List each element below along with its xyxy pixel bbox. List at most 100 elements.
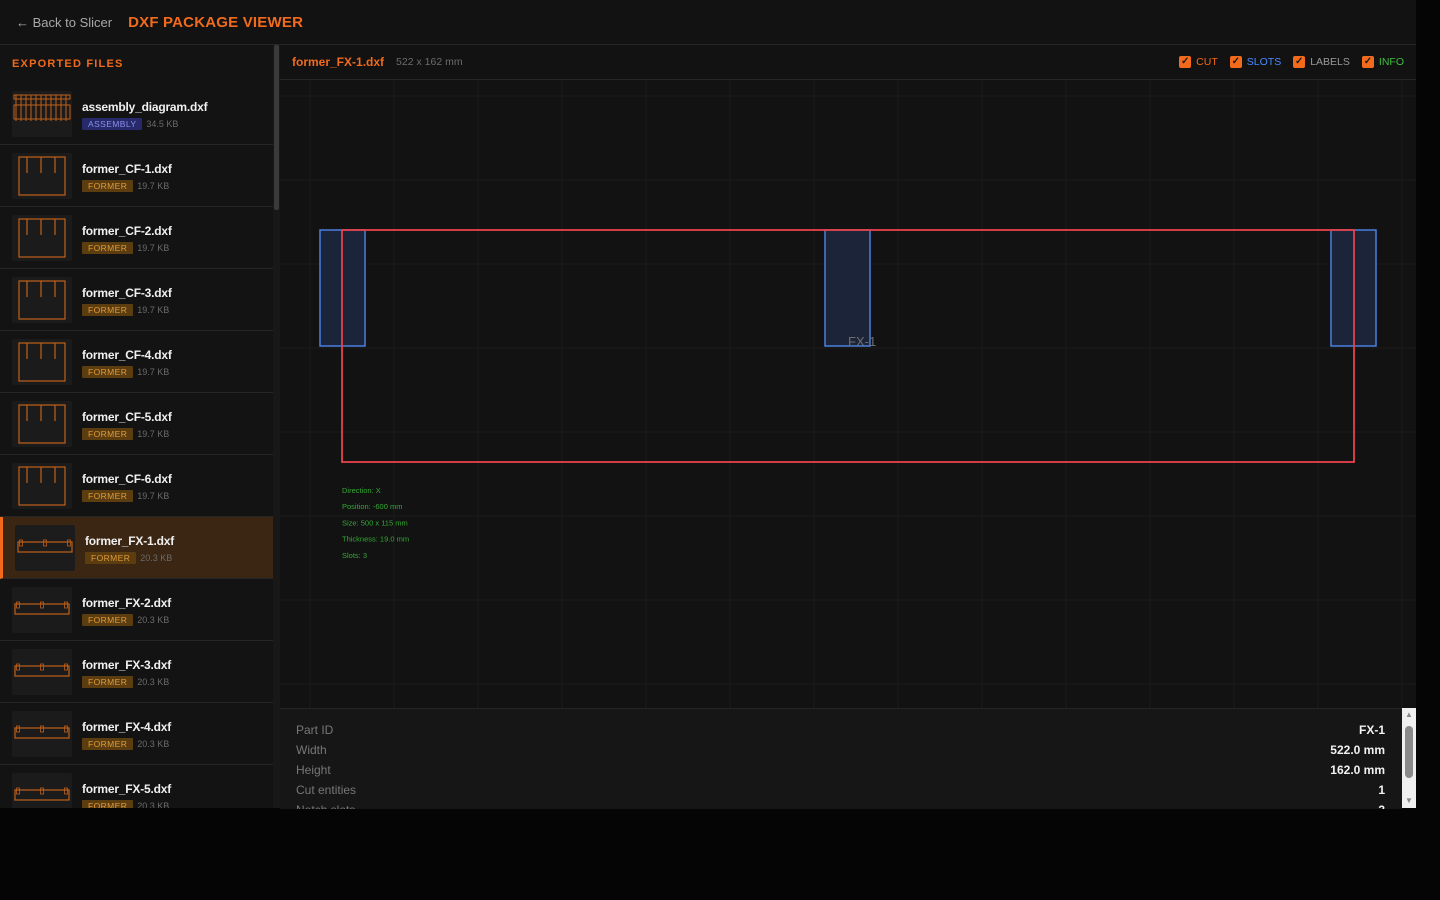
checkbox-checked-icon[interactable]: ✓: [1179, 56, 1192, 68]
info-row: Cut entities 1: [296, 783, 1385, 803]
file-list-item[interactable]: former_CF-5.dxf FORMER 19.7 KB: [0, 393, 273, 455]
file-type-badge: FORMER: [82, 800, 134, 808]
viewer-main: former_FX-1.dxf 522 x 162 mm ✓ CUT ✓ SLOTS ✓…: [280, 45, 1416, 809]
file-size: 20.3 KB: [137, 801, 170, 808]
file-meta: FORMER 19.7 KB: [82, 242, 169, 254]
viewer-header: former_FX-1.dxf 522 x 162 mm ✓ CUT ✓ SLOTS ✓…: [280, 45, 1416, 80]
file-list-item[interactable]: former_FX-1.dxf FORMER 20.3 KB: [0, 517, 273, 579]
viewer-dimensions: 522 x 162 mm: [396, 56, 463, 68]
file-meta: FORMER 19.7 KB: [82, 428, 169, 440]
file-thumbnail: [12, 401, 72, 447]
file-thumbnail: [12, 91, 72, 137]
info-row: Part ID FX-1: [296, 723, 1385, 743]
file-meta: FORMER 19.7 KB: [82, 490, 169, 502]
file-size: 19.7 KB: [137, 429, 170, 439]
file-thumbnail: [12, 649, 72, 695]
file-list: assembly_diagram.dxf ASSEMBLY 34.5 KB forme…: [0, 83, 273, 808]
file-meta: FORMER 19.7 KB: [82, 366, 169, 378]
info-annotation-line: Slots: 3: [342, 551, 367, 560]
file-list-item[interactable]: former_CF-1.dxf FORMER 19.7 KB: [0, 145, 273, 207]
file-thumbnail: [12, 215, 72, 261]
sidebar-scrollbar-thumb[interactable]: [274, 45, 279, 210]
file-list-item[interactable]: former_FX-3.dxf FORMER 20.3 KB: [0, 641, 273, 703]
sidebar: EXPORTED FILES assembly_diagram.dxf ASSEM…: [0, 45, 273, 808]
file-list-item[interactable]: former_CF-2.dxf FORMER 19.7 KB: [0, 207, 273, 269]
file-thumbnail: [12, 339, 72, 385]
toggle-label: LABELS: [1310, 56, 1350, 68]
file-type-badge: FORMER: [85, 552, 137, 564]
file-type-badge: FORMER: [82, 428, 134, 440]
file-thumbnail: [12, 773, 72, 808]
toggle-info[interactable]: ✓ INFO: [1361, 56, 1404, 68]
back-to-slicer-link[interactable]: ← Back to Slicer: [16, 15, 112, 30]
file-meta: FORMER 19.7 KB: [82, 304, 169, 316]
file-thumbnail: [12, 463, 72, 509]
file-list-item[interactable]: former_CF-3.dxf FORMER 19.7 KB: [0, 269, 273, 331]
checkbox-checked-icon[interactable]: ✓: [1293, 56, 1306, 68]
file-size: 19.7 KB: [137, 305, 170, 315]
file-type-badge: FORMER: [82, 490, 134, 502]
file-thumbnail: [15, 525, 75, 571]
file-list-item[interactable]: former_FX-2.dxf FORMER 20.3 KB: [0, 579, 273, 641]
info-value: FX-1: [1358, 723, 1385, 737]
info-value: 162.0 mm: [1330, 763, 1385, 777]
info-panel-scrollbar[interactable]: ▲ ▼: [1402, 708, 1416, 808]
info-label: Part ID: [296, 723, 334, 737]
file-list-item[interactable]: former_CF-4.dxf FORMER 19.7 KB: [0, 331, 273, 393]
file-type-badge: FORMER: [82, 304, 134, 316]
file-name: former_FX-1.dxf: [85, 534, 175, 548]
toggle-slots[interactable]: ✓ SLOTS: [1229, 56, 1281, 68]
file-type-badge: ASSEMBLY: [82, 118, 143, 130]
toggle-cut[interactable]: ✓ CUT: [1179, 56, 1218, 68]
file-size: 20.3 KB: [137, 615, 170, 625]
dxf-canvas[interactable]: FX-1 Direction: X Position: -600 mm Size: 5…: [280, 80, 1416, 708]
file-name: former_FX-3.dxf: [82, 658, 172, 672]
file-list-item[interactable]: former_CF-6.dxf FORMER 19.7 KB: [0, 455, 273, 517]
file-type-badge: FORMER: [82, 180, 134, 192]
file-list-item[interactable]: former_FX-5.dxf FORMER 20.3 KB: [0, 765, 273, 808]
file-name: former_CF-4.dxf: [82, 348, 172, 362]
file-list-item[interactable]: former_FX-4.dxf FORMER 20.3 KB: [0, 703, 273, 765]
file-name: former_CF-3.dxf: [82, 286, 172, 300]
info-label: Cut entities: [296, 783, 357, 797]
sidebar-scrollbar[interactable]: [273, 45, 280, 808]
info-scrollbar-thumb[interactable]: [1405, 726, 1413, 778]
part-info-panel: Part ID FX-1 Width 522.0 mm Height 162.0 mm Cu…: [280, 708, 1402, 809]
info-annotation-line: Size: 500 x 115 mm: [342, 518, 408, 527]
file-name: former_CF-1.dxf: [82, 162, 172, 176]
file-size: 19.7 KB: [137, 367, 170, 377]
file-meta: ASSEMBLY 34.5 KB: [82, 118, 178, 130]
file-size: 20.3 KB: [140, 553, 173, 563]
file-type-badge: FORMER: [82, 242, 134, 254]
info-value: 1: [1378, 783, 1385, 797]
checkbox-checked-icon[interactable]: ✓: [1361, 56, 1374, 68]
file-type-badge: FORMER: [82, 738, 134, 750]
scroll-down-arrow-icon[interactable]: ▼: [1404, 796, 1414, 806]
file-thumbnail: [12, 153, 72, 199]
info-row: Width 522.0 mm: [296, 743, 1385, 763]
checkbox-checked-icon[interactable]: ✓: [1229, 56, 1242, 68]
dxf-drawing[interactable]: FX-1 Direction: X Position: -600 mm Size: 5…: [280, 80, 1416, 708]
part-label: FX-1: [848, 334, 876, 349]
file-size: 20.3 KB: [137, 677, 170, 687]
scroll-up-arrow-icon[interactable]: ▲: [1404, 710, 1414, 720]
info-value: 522.0 mm: [1330, 743, 1385, 757]
file-size: 20.3 KB: [137, 739, 170, 749]
file-name: assembly_diagram.dxf: [82, 100, 208, 114]
file-name: former_FX-2.dxf: [82, 596, 172, 610]
file-name: former_CF-2.dxf: [82, 224, 172, 238]
file-thumbnail: [12, 277, 72, 323]
file-meta: FORMER 19.7 KB: [82, 180, 169, 192]
toggle-label: INFO: [1378, 56, 1404, 68]
app-title: DXF PACKAGE VIEWER: [128, 13, 304, 31]
info-annotation-line: Direction: X: [342, 486, 381, 495]
file-size: 19.7 KB: [137, 181, 170, 191]
file-size: 19.7 KB: [137, 491, 170, 501]
toggle-labels[interactable]: ✓ LABELS: [1293, 56, 1350, 68]
file-size: 34.5 KB: [146, 119, 179, 129]
file-meta: FORMER 20.3 KB: [82, 738, 169, 750]
file-thumbnail: [12, 711, 72, 757]
file-size: 19.7 KB: [137, 243, 170, 253]
info-label: Notch slots: [296, 803, 355, 809]
file-list-item[interactable]: assembly_diagram.dxf ASSEMBLY 34.5 KB: [0, 83, 273, 145]
